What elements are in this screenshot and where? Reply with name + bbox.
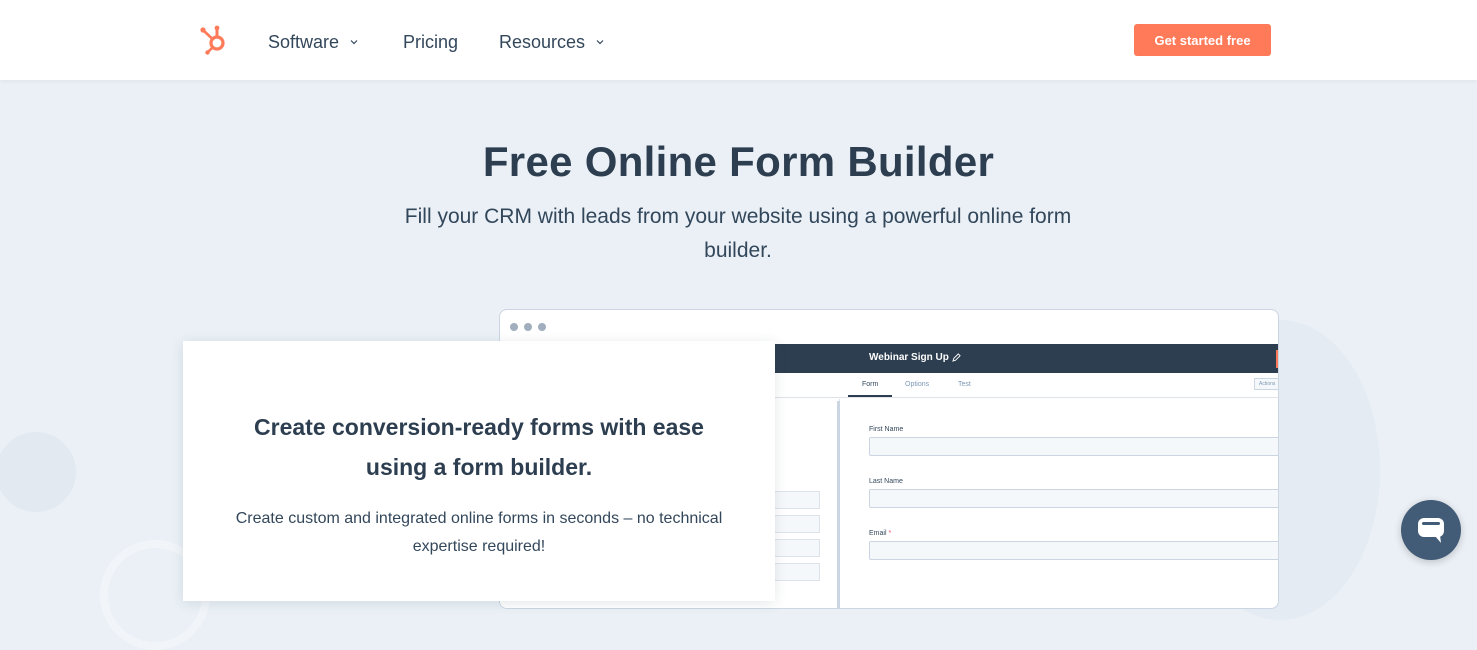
nav-pricing[interactable]: Pricing bbox=[403, 30, 458, 54]
chevron-down-icon bbox=[350, 40, 358, 45]
window-dot bbox=[538, 323, 546, 331]
pencil-icon bbox=[952, 353, 961, 362]
page-title: Free Online Form Builder bbox=[482, 138, 995, 185]
form-preview: First Name Last Name Email * bbox=[845, 399, 1278, 608]
nav-software[interactable]: Software bbox=[268, 30, 359, 54]
chevron-down-icon bbox=[596, 40, 604, 45]
required-marker: * bbox=[888, 530, 892, 537]
window-dots bbox=[510, 323, 546, 331]
actions-button: Actions bbox=[1254, 378, 1278, 390]
tab-test: Test bbox=[958, 381, 971, 388]
chat-launcher-button[interactable] bbox=[1401, 500, 1461, 560]
chat-icon bbox=[1418, 518, 1444, 543]
window-dot bbox=[524, 323, 532, 331]
card-text: Create custom and integrated online form… bbox=[235, 510, 723, 555]
field-label-last-name: Last Name bbox=[869, 478, 903, 485]
get-started-free-button[interactable]: Get started free bbox=[1134, 24, 1271, 56]
publish-button-edge bbox=[1276, 350, 1278, 368]
field-label-email: Email * bbox=[869, 530, 891, 537]
window-dot bbox=[510, 323, 518, 331]
tab-form: Form bbox=[862, 381, 879, 388]
top-navigation: Software Pricing Resources Get started f… bbox=[0, 0, 1477, 80]
first-name-input bbox=[869, 437, 1278, 456]
hubspot-logo-icon[interactable] bbox=[198, 24, 230, 56]
nav-pricing-label: Pricing bbox=[403, 31, 459, 52]
nav-software-label: Software bbox=[268, 31, 340, 52]
decorative-circle bbox=[0, 432, 76, 512]
tab-options: Options bbox=[905, 381, 930, 388]
form-name: Webinar Sign Up bbox=[869, 352, 949, 363]
email-input bbox=[869, 541, 1278, 560]
card-title: Create conversion-ready forms with ease … bbox=[254, 414, 704, 480]
last-name-input bbox=[869, 489, 1278, 508]
feature-card: Create conversion-ready forms with ease … bbox=[183, 341, 775, 601]
page-subtitle: Fill your CRM with leads from your websi… bbox=[404, 205, 1072, 262]
field-label-email-text: Email bbox=[869, 530, 887, 537]
nav-resources-label: Resources bbox=[499, 31, 586, 52]
active-tab-indicator bbox=[848, 395, 892, 397]
nav-resources[interactable]: Resources bbox=[499, 30, 605, 54]
panel-scrollbar bbox=[837, 401, 840, 608]
field-label-first-name: First Name bbox=[869, 426, 904, 433]
